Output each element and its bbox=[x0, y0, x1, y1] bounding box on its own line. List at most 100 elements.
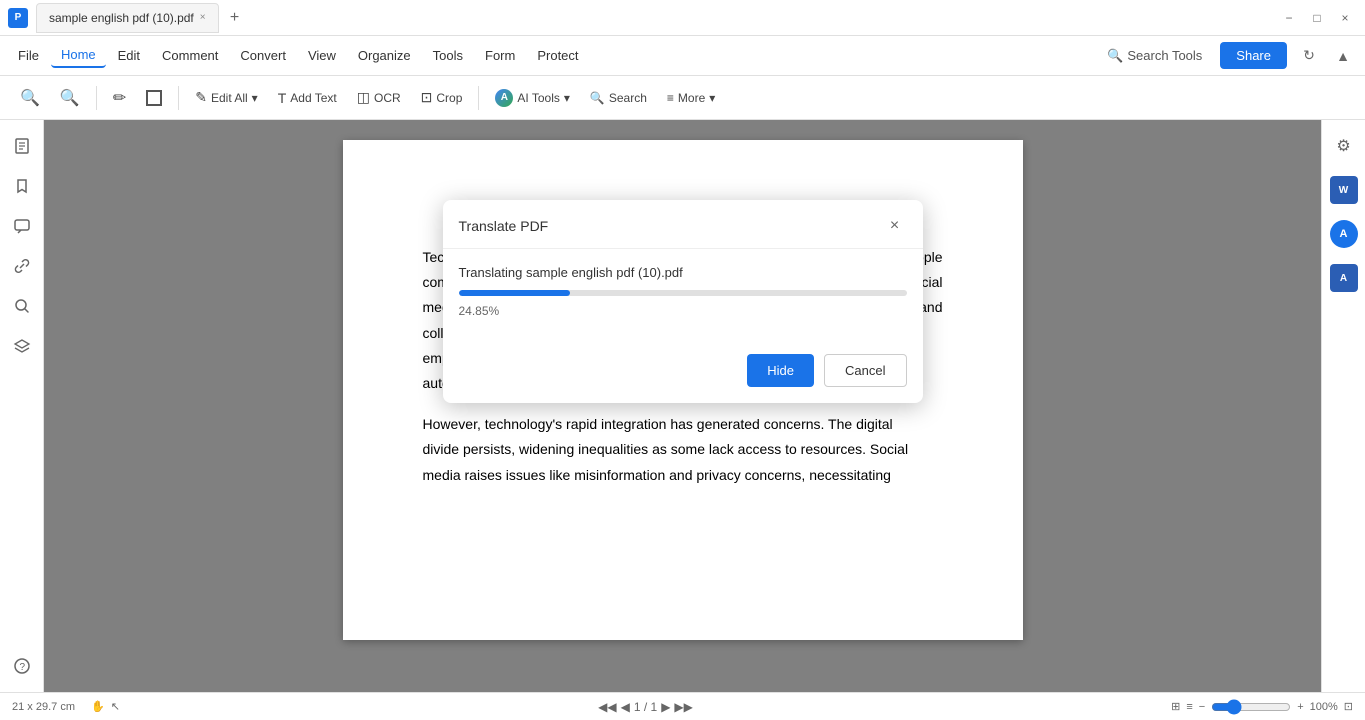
maximize-button[interactable]: □ bbox=[1305, 6, 1329, 30]
zoom-out-button[interactable]: 🔍 bbox=[12, 83, 48, 113]
active-tab[interactable]: sample english pdf (10).pdf × bbox=[36, 3, 219, 33]
sidebar-link-icon[interactable] bbox=[4, 248, 40, 284]
hand-tool-icon[interactable]: ✋ bbox=[91, 700, 105, 713]
new-tab-button[interactable]: + bbox=[223, 6, 247, 30]
more-label: More bbox=[678, 91, 705, 105]
toolbar-divider-3 bbox=[478, 86, 479, 110]
word2-icon: A bbox=[1330, 264, 1358, 292]
svg-text:?: ? bbox=[19, 662, 25, 673]
search-tools-label: Search Tools bbox=[1127, 48, 1202, 63]
menu-edit[interactable]: Edit bbox=[108, 44, 150, 67]
zoom-slider[interactable] bbox=[1211, 699, 1291, 715]
search-label: Search bbox=[609, 91, 647, 105]
page-layout-icon[interactable]: ⊞ bbox=[1171, 700, 1180, 713]
toolbar-divider-1 bbox=[96, 86, 97, 110]
fit-icon[interactable]: ⊡ bbox=[1344, 700, 1353, 713]
menu-protect[interactable]: Protect bbox=[527, 44, 588, 67]
crop-button[interactable]: ⊡ Crop bbox=[413, 84, 471, 111]
progress-percentage: 24.85% bbox=[459, 304, 907, 318]
ai-tools-label: AI Tools bbox=[517, 91, 559, 105]
crop-label: Crop bbox=[436, 91, 462, 105]
sidebar-page-icon[interactable] bbox=[4, 128, 40, 164]
right-ai-button[interactable]: A bbox=[1326, 216, 1362, 252]
left-sidebar: ? bbox=[0, 120, 44, 692]
status-left: 21 x 29.7 cm bbox=[12, 701, 75, 713]
highlight-button[interactable]: ✏ bbox=[105, 83, 134, 113]
progress-bar-fill bbox=[459, 290, 570, 296]
menu-form[interactable]: Form bbox=[475, 44, 525, 67]
dialog-footer: Hide Cancel bbox=[443, 354, 923, 403]
ai-tools-button[interactable]: A AI Tools ▾ bbox=[487, 84, 578, 112]
ai-circle-icon: A bbox=[495, 89, 513, 107]
search-tools-button[interactable]: 🔍 Search Tools bbox=[1097, 44, 1212, 68]
status-bar: 21 x 29.7 cm ✋ ↖ ◀◀ ◀ 1 / 1 ▶ ▶▶ ⊞ ≡ − +… bbox=[0, 692, 1365, 720]
sidebar-bottom: ? bbox=[4, 648, 40, 684]
add-text-icon: T bbox=[278, 90, 287, 106]
ocr-button[interactable]: ◫ OCR bbox=[349, 84, 409, 111]
minimize-button[interactable]: − bbox=[1277, 6, 1301, 30]
edit-all-icon: ✎ bbox=[195, 89, 207, 106]
select-button[interactable] bbox=[138, 85, 170, 111]
sidebar-search-icon[interactable] bbox=[4, 288, 40, 324]
more-icon: ≡ bbox=[667, 91, 674, 105]
share-button[interactable]: Share bbox=[1220, 42, 1287, 69]
right-word2-button[interactable]: A bbox=[1326, 260, 1362, 296]
edit-all-button[interactable]: ✎ Edit All ▾ bbox=[187, 84, 265, 111]
window-actions: ↻ ▲ bbox=[1295, 42, 1357, 70]
menu-organize[interactable]: Organize bbox=[348, 44, 421, 67]
search-button[interactable]: 🔍 Search bbox=[582, 86, 655, 110]
ai-tools-chevron: ▾ bbox=[564, 91, 570, 105]
last-page-button[interactable]: ▶▶ bbox=[674, 700, 692, 714]
menu-tools[interactable]: Tools bbox=[423, 44, 473, 67]
tab-label: sample english pdf (10).pdf bbox=[49, 11, 194, 25]
menu-convert[interactable]: Convert bbox=[230, 44, 296, 67]
next-page-button[interactable]: ▶ bbox=[661, 700, 670, 714]
toolbar: 🔍 🔍 ✏ ✎ Edit All ▾ T Add Text ◫ OCR ⊡ Cr… bbox=[0, 76, 1365, 120]
app-icon: P bbox=[8, 8, 28, 28]
right-sidebar: ⚙ W A A bbox=[1321, 120, 1365, 692]
zoom-out-icon[interactable]: − bbox=[1199, 701, 1205, 713]
window-controls: − □ × bbox=[1277, 6, 1357, 30]
menu-comment[interactable]: Comment bbox=[152, 44, 228, 67]
hide-button[interactable]: Hide bbox=[747, 354, 814, 387]
tab-bar: sample english pdf (10).pdf × + bbox=[36, 3, 1277, 33]
more-button[interactable]: ≡ More ▾ bbox=[659, 86, 723, 110]
close-window-button[interactable]: × bbox=[1333, 6, 1357, 30]
menu-view[interactable]: View bbox=[298, 44, 346, 67]
dialog-title: Translate PDF bbox=[459, 218, 549, 234]
main-area: ? The Impact of Technology on Society Te… bbox=[0, 120, 1365, 692]
dialog-close-button[interactable]: × bbox=[883, 214, 907, 238]
zoom-level: 100% bbox=[1310, 701, 1338, 713]
add-text-label: Add Text bbox=[290, 91, 336, 105]
scroll-icon[interactable]: ≡ bbox=[1186, 701, 1192, 713]
menu-file[interactable]: File bbox=[8, 44, 49, 67]
first-page-button[interactable]: ◀◀ bbox=[598, 700, 616, 714]
menu-right: 🔍 Search Tools Share ↻ ▲ bbox=[1097, 42, 1357, 70]
sidebar-help-icon[interactable]: ? bbox=[4, 648, 40, 684]
pdf-paragraph-2: However, technology's rapid integration … bbox=[423, 412, 943, 488]
add-text-button[interactable]: T Add Text bbox=[270, 85, 345, 111]
translate-dialog: Translate PDF × Translating sample engli… bbox=[443, 200, 923, 403]
collapse-icon[interactable]: ▲ bbox=[1329, 42, 1357, 70]
title-bar: P sample english pdf (10).pdf × + − □ × bbox=[0, 0, 1365, 36]
sidebar-bookmark-icon[interactable] bbox=[4, 168, 40, 204]
prev-page-button[interactable]: ◀ bbox=[621, 700, 630, 714]
zoom-out-icon: 🔍 bbox=[20, 88, 40, 108]
edit-all-chevron: ▾ bbox=[252, 91, 258, 105]
right-word-button[interactable]: W bbox=[1326, 172, 1362, 208]
cancel-button[interactable]: Cancel bbox=[824, 354, 906, 387]
sidebar-layers-icon[interactable] bbox=[4, 328, 40, 364]
zoom-in-icon[interactable]: + bbox=[1297, 701, 1303, 713]
sidebar-comment-icon[interactable] bbox=[4, 208, 40, 244]
select-tool-icon[interactable]: ↖ bbox=[111, 700, 120, 713]
zoom-in-button[interactable]: 🔍 bbox=[52, 83, 88, 113]
more-chevron: ▾ bbox=[709, 91, 715, 105]
select-icon bbox=[146, 90, 162, 106]
pdf-area[interactable]: The Impact of Technology on Society Tech… bbox=[44, 120, 1321, 692]
highlight-icon: ✏ bbox=[113, 88, 126, 108]
sync-icon[interactable]: ↻ bbox=[1295, 42, 1323, 70]
tab-close-icon[interactable]: × bbox=[200, 12, 206, 23]
menu-home[interactable]: Home bbox=[51, 43, 106, 68]
page-info: 1 / 1 bbox=[634, 700, 657, 714]
right-tune-button[interactable]: ⚙ bbox=[1326, 128, 1362, 164]
